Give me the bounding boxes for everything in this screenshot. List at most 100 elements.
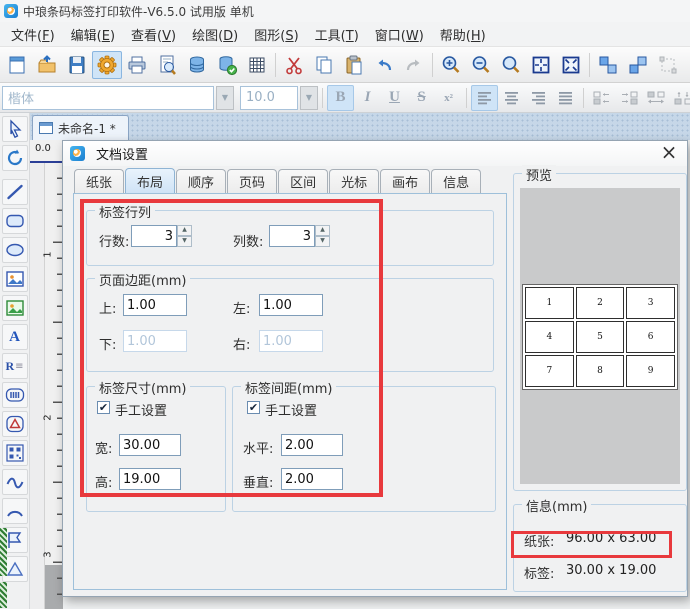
tab-range[interactable]: 区间 bbox=[278, 169, 329, 193]
menu-view[interactable]: 查看(V) bbox=[123, 23, 184, 46]
tab-cursor[interactable]: 光标 bbox=[329, 169, 380, 193]
label-gap-manual-checkbox[interactable]: ✔ bbox=[247, 401, 260, 414]
menu-file[interactable]: 文件(F) bbox=[3, 23, 63, 46]
italic-button[interactable]: I bbox=[354, 85, 381, 111]
align-justify-button[interactable] bbox=[552, 85, 579, 111]
qrcode-tool[interactable] bbox=[1, 440, 28, 466]
arc-tool[interactable] bbox=[1, 498, 28, 524]
zoom-in-button[interactable] bbox=[436, 51, 466, 79]
zoom-out-button[interactable] bbox=[466, 51, 496, 79]
text-tool[interactable]: A bbox=[1, 324, 28, 350]
richtext-tool[interactable]: R ≡ bbox=[1, 353, 28, 379]
pdf417-tool[interactable] bbox=[1, 411, 28, 437]
distribute-right-button[interactable] bbox=[615, 85, 642, 111]
fit-page-button[interactable] bbox=[526, 51, 556, 79]
ungroup-button[interactable] bbox=[653, 51, 683, 79]
barcode-tool[interactable] bbox=[1, 382, 28, 408]
rounded-rect-icon bbox=[5, 214, 24, 228]
height-input[interactable] bbox=[119, 468, 181, 490]
database-connected-button[interactable] bbox=[212, 51, 242, 79]
cols-input[interactable] bbox=[269, 225, 315, 247]
underline-button[interactable]: U bbox=[381, 85, 408, 111]
margin-left-label: 左: bbox=[233, 302, 251, 317]
menu-window[interactable]: 窗口(W) bbox=[367, 23, 432, 46]
font-size-value[interactable]: 10.0 bbox=[240, 85, 298, 110]
rows-cols-group: 标签行列 行数: ▲ ▼ 列数: ▲ ▼ bbox=[86, 202, 494, 266]
chevron-down-icon[interactable]: ▼ bbox=[216, 85, 234, 110]
label-size-group: 标签尺寸(mm) ✔ 手工设置 宽: 高: bbox=[86, 378, 226, 512]
curve-tool[interactable] bbox=[1, 469, 28, 495]
align-center-button[interactable] bbox=[498, 85, 525, 111]
save-button[interactable] bbox=[62, 51, 92, 79]
font-family-value[interactable]: 楷体 bbox=[2, 85, 214, 110]
rotate-tool[interactable] bbox=[1, 145, 28, 171]
equal-width-button[interactable] bbox=[642, 85, 669, 111]
label-size-manual-checkbox[interactable]: ✔ bbox=[97, 401, 110, 414]
strikethrough-button[interactable]: S bbox=[408, 85, 435, 111]
align-left-button[interactable] bbox=[471, 84, 498, 111]
menu-shapes[interactable]: 图形(S) bbox=[246, 23, 306, 46]
ellipse-tool[interactable] bbox=[1, 237, 28, 263]
menu-help[interactable]: 帮助(H) bbox=[432, 23, 494, 46]
copy-button[interactable] bbox=[309, 51, 339, 79]
dialog-tabs: 纸张 布局 顺序 页码 区间 光标 画布 信息 bbox=[74, 168, 482, 193]
layout-tab-panel: 标签行列 行数: ▲ ▼ 列数: ▲ ▼ 页面边距(mm) 上: 左: bbox=[73, 193, 507, 590]
spin-down-icon[interactable]: ▼ bbox=[177, 236, 192, 247]
document-setup-button[interactable] bbox=[92, 50, 122, 79]
v-gap-input[interactable] bbox=[281, 468, 343, 490]
superscript-button[interactable]: x² bbox=[435, 85, 462, 111]
bold-button[interactable]: B bbox=[327, 84, 354, 111]
undo-button[interactable] bbox=[369, 51, 399, 79]
cols-stepper[interactable]: ▲ ▼ bbox=[315, 225, 330, 247]
spin-down-icon[interactable]: ▼ bbox=[315, 236, 330, 247]
font-size-select[interactable]: 10.0 ▼ bbox=[240, 85, 318, 110]
rounded-rect-tool[interactable] bbox=[1, 208, 28, 234]
cut-button[interactable] bbox=[279, 51, 309, 79]
fit-selection-button[interactable] bbox=[556, 51, 586, 79]
picture-tool[interactable] bbox=[1, 266, 28, 292]
tab-canvas[interactable]: 画布 bbox=[380, 169, 431, 193]
toolbar-separator bbox=[322, 87, 323, 108]
distribute-left-button[interactable] bbox=[588, 85, 615, 111]
database-button[interactable] bbox=[182, 51, 212, 79]
paste-button[interactable] bbox=[339, 51, 369, 79]
menu-edit[interactable]: 编辑(E) bbox=[63, 23, 123, 46]
rows-stepper[interactable]: ▲ ▼ bbox=[177, 225, 192, 247]
equal-height-button[interactable] bbox=[669, 85, 690, 111]
tab-page-number[interactable]: 页码 bbox=[227, 169, 278, 193]
redo-button[interactable] bbox=[399, 51, 429, 79]
print-button[interactable] bbox=[122, 51, 152, 79]
picture-color-tool[interactable] bbox=[1, 295, 28, 321]
h-gap-input[interactable] bbox=[281, 434, 343, 456]
tab-paper[interactable]: 纸张 bbox=[74, 169, 125, 193]
tab-layout[interactable]: 布局 bbox=[125, 168, 176, 193]
line-tool[interactable] bbox=[1, 179, 28, 205]
margin-left-input[interactable] bbox=[259, 294, 323, 316]
open-button[interactable] bbox=[32, 51, 62, 79]
font-family-select[interactable]: 楷体 ▼ bbox=[2, 85, 234, 110]
spin-up-icon[interactable]: ▲ bbox=[177, 225, 192, 236]
barcode-icon bbox=[5, 388, 24, 402]
select-tool[interactable] bbox=[1, 116, 28, 142]
width-input[interactable] bbox=[119, 434, 181, 456]
group-button[interactable] bbox=[593, 51, 623, 79]
preview-cell: 5 bbox=[575, 321, 625, 353]
zoom-button[interactable] bbox=[496, 51, 526, 79]
document-tab[interactable]: 未命名-1 * bbox=[32, 115, 129, 140]
close-icon[interactable]: × bbox=[659, 142, 679, 164]
toolbar-separator bbox=[583, 87, 584, 108]
spin-up-icon[interactable]: ▲ bbox=[315, 225, 330, 236]
print-preview-button[interactable] bbox=[152, 51, 182, 79]
group-2-button[interactable] bbox=[623, 51, 653, 79]
tab-order[interactable]: 顺序 bbox=[176, 169, 227, 193]
new-button[interactable] bbox=[2, 51, 32, 79]
tab-info[interactable]: 信息 bbox=[431, 169, 482, 193]
rows-input[interactable] bbox=[131, 225, 177, 247]
grid-setup-button[interactable] bbox=[242, 51, 272, 79]
margin-top-input[interactable] bbox=[123, 294, 187, 316]
menu-draw[interactable]: 绘图(D) bbox=[184, 23, 246, 46]
align-right-button[interactable] bbox=[525, 85, 552, 111]
menu-tools[interactable]: 工具(T) bbox=[307, 23, 367, 46]
cursor-icon bbox=[9, 119, 22, 139]
chevron-down-icon[interactable]: ▼ bbox=[300, 85, 318, 110]
